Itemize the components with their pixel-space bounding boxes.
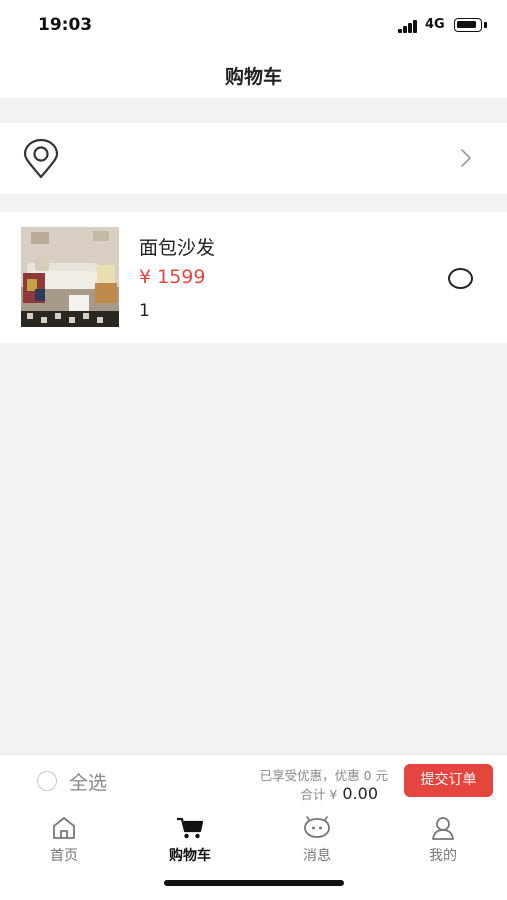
tab-home[interactable]: 首页: [24, 816, 104, 865]
address-selector[interactable]: [0, 123, 507, 194]
home-indicator: [164, 880, 344, 886]
status-bar: 19:03 4G: [0, 0, 507, 52]
item-select-checkbox[interactable]: [448, 268, 473, 289]
total-label: 合计 ¥: [300, 787, 338, 802]
select-all-label[interactable]: 全选: [69, 768, 107, 795]
discount-summary: 已享受优惠，优惠 0 元: [259, 768, 388, 783]
home-icon: [53, 817, 75, 839]
submit-order-button[interactable]: 提交订单: [404, 764, 493, 797]
message-icon: [304, 816, 330, 838]
select-all-checkbox[interactable]: [37, 771, 57, 791]
battery-cap: [484, 22, 487, 28]
order-total: 合计 ¥ 0.00: [300, 784, 378, 803]
tab-cart[interactable]: 购物车: [150, 816, 230, 865]
nav-bar: 购物车: [0, 52, 507, 98]
product-price: ¥ 1599: [139, 266, 206, 288]
cart-icon: [177, 817, 204, 839]
total-value: 0.00: [342, 784, 378, 803]
product-quantity: 1: [139, 301, 150, 321]
product-name[interactable]: 面包沙发: [139, 233, 215, 260]
tab-label-cart: 购物车: [169, 848, 211, 864]
tab-label-profile: 我的: [429, 848, 457, 864]
network-type: 4G: [425, 17, 445, 32]
tab-messages[interactable]: 消息: [277, 816, 357, 865]
tab-label-home: 首页: [50, 848, 78, 864]
product-image[interactable]: [21, 227, 119, 327]
battery-icon: [454, 18, 482, 32]
status-time: 19:03: [38, 15, 93, 35]
page-title: 购物车: [224, 66, 282, 88]
cart-item[interactable]: 面包沙发 ¥ 1599 1: [0, 212, 507, 343]
tab-profile[interactable]: 我的: [403, 816, 483, 865]
signal-icon: [398, 19, 418, 33]
profile-icon: [432, 817, 454, 840]
tab-label-messages: 消息: [303, 848, 331, 864]
chevron-right-icon: [461, 149, 471, 167]
location-icon: [23, 139, 59, 179]
checkout-bar: 全选 已享受优惠，优惠 0 元 合计 ¥ 0.00 提交订单: [0, 754, 507, 806]
